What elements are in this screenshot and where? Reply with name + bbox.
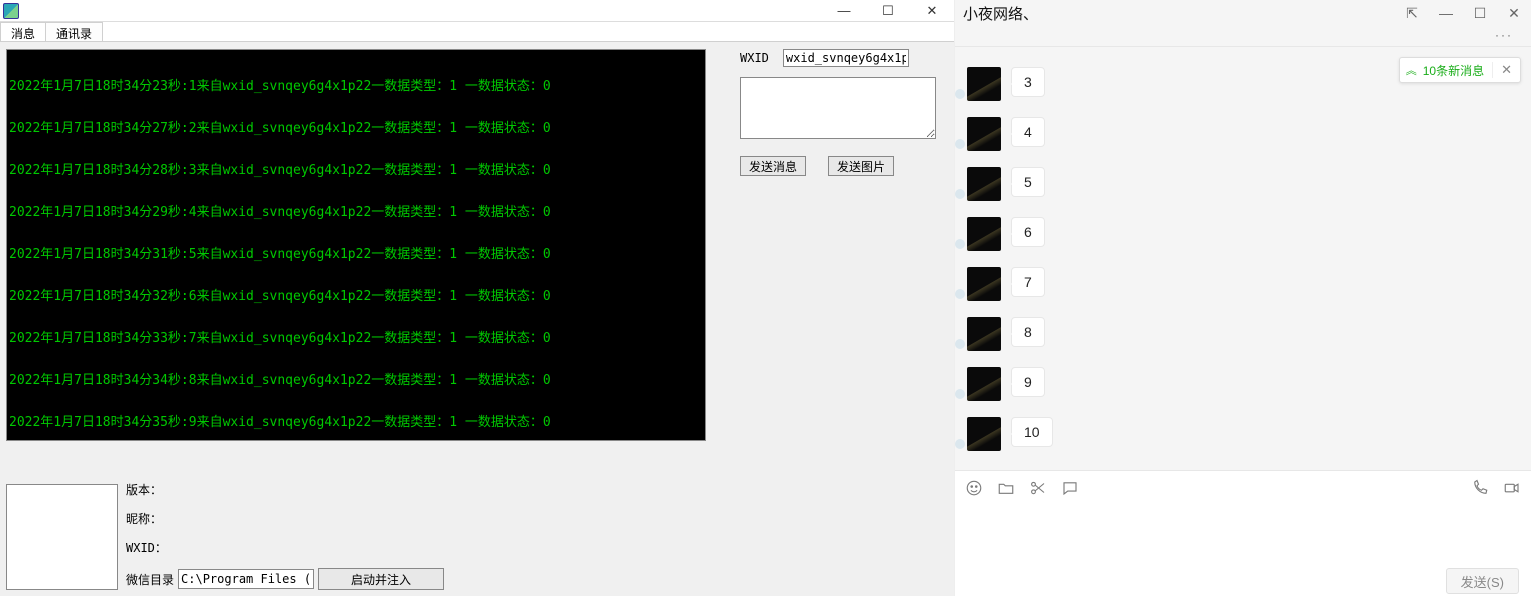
tool-window: — ☐ ✕ 消息 通讯录 2022年1月7日18时34分23秒:1来自wxid_…: [0, 0, 955, 596]
message-bubble[interactable]: 4: [1011, 117, 1045, 147]
message-row: 8: [967, 317, 1519, 351]
chat-titlebar: 小夜网络、 ⇱ — ☐ ✕: [955, 0, 1531, 26]
phone-icon[interactable]: [1471, 479, 1489, 497]
launch-inject-button[interactable]: 启动并注入: [318, 568, 444, 590]
chat-body: ︽ 10条新消息 ✕ 3 4 5 6 7 8 9 10: [955, 46, 1531, 470]
avatar[interactable]: [967, 167, 1001, 201]
more-menu-button[interactable]: ···: [1485, 28, 1523, 42]
message-bubble[interactable]: 8: [1011, 317, 1045, 347]
message-bubble[interactable]: 9: [1011, 367, 1045, 397]
log-console[interactable]: 2022年1月7日18时34分23秒:1来自wxid_svnqey6g4x1p2…: [6, 49, 706, 441]
scissors-icon[interactable]: [1029, 479, 1047, 497]
maximize-button[interactable]: ☐: [866, 0, 910, 22]
send-message-button[interactable]: 发送消息: [740, 156, 806, 176]
send-button[interactable]: 发送(S): [1446, 568, 1519, 594]
message-list: 3 4 5 6 7 8 9 10: [955, 47, 1531, 470]
message-row: 4: [967, 117, 1519, 151]
message-bubble[interactable]: 5: [1011, 167, 1045, 197]
message-bubble[interactable]: 6: [1011, 217, 1045, 247]
log-line: 2022年1月7日18时34分23秒:1来自wxid_svnqey6g4x1p2…: [9, 80, 703, 94]
message-row: 9: [967, 367, 1519, 401]
nick-label: 昵称：: [126, 510, 444, 527]
dir-input[interactable]: [178, 569, 314, 589]
message-textarea[interactable]: [740, 77, 936, 139]
message-row: 6: [967, 217, 1519, 251]
video-icon[interactable]: [1503, 479, 1521, 497]
log-line: 2022年1月7日18时34分28秒:3来自wxid_svnqey6g4x1p2…: [9, 164, 703, 178]
send-panel: WXID 发送消息 发送图片: [740, 49, 940, 176]
dir-label: 微信目录: [126, 571, 174, 588]
pin-button[interactable]: ⇱: [1395, 1, 1429, 25]
emoji-icon[interactable]: [965, 479, 983, 497]
avatar[interactable]: [967, 67, 1001, 101]
wxid-label: WXID: [740, 51, 769, 65]
log-line: 2022年1月7日18时34分33秒:7来自wxid_svnqey6g4x1p2…: [9, 332, 703, 346]
minimize-button[interactable]: —: [822, 0, 866, 22]
avatar[interactable]: [967, 217, 1001, 251]
close-button[interactable]: ✕: [1497, 1, 1531, 25]
new-messages-banner[interactable]: ︽ 10条新消息 ✕: [1399, 57, 1521, 83]
log-line: 2022年1月7日18时34分29秒:4来自wxid_svnqey6g4x1p2…: [9, 206, 703, 220]
close-icon[interactable]: ✕: [1492, 62, 1520, 78]
avatar[interactable]: [967, 117, 1001, 151]
folder-icon[interactable]: [997, 479, 1015, 497]
message-row: 5: [967, 167, 1519, 201]
chat-title: 小夜网络、: [963, 3, 1038, 24]
message-bubble[interactable]: 7: [1011, 267, 1045, 297]
chevron-up-icon: ︽: [1400, 62, 1423, 78]
log-line: 2022年1月7日18时34分34秒:8来自wxid_svnqey6g4x1p2…: [9, 374, 703, 388]
notif-text: 10条新消息: [1423, 62, 1492, 79]
avatar[interactable]: [967, 367, 1001, 401]
close-button[interactable]: ✕: [910, 0, 954, 22]
wxid-input[interactable]: [783, 49, 909, 67]
compose-area: 发送(S): [955, 470, 1531, 596]
chat-window: 小夜网络、 ⇱ — ☐ ✕ ··· ︽ 10条新消息 ✕ 3 4 5 6 7: [955, 0, 1531, 596]
account-panel: 版本： 昵称： WXID： 微信目录 启动并注入: [6, 481, 444, 590]
app-icon: [3, 3, 19, 19]
avatar-box: [6, 484, 118, 590]
minimize-button[interactable]: —: [1429, 1, 1463, 25]
avatar[interactable]: [967, 417, 1001, 451]
chat-history-icon[interactable]: [1061, 479, 1079, 497]
log-line: 2022年1月7日18时34分35秒:9来自wxid_svnqey6g4x1p2…: [9, 416, 703, 430]
version-label: 版本：: [126, 481, 444, 498]
tab-messages[interactable]: 消息: [0, 22, 46, 41]
maximize-button[interactable]: ☐: [1463, 1, 1497, 25]
avatar[interactable]: [967, 317, 1001, 351]
message-bubble[interactable]: 10: [1011, 417, 1053, 447]
log-line: 2022年1月7日18时34分32秒:6来自wxid_svnqey6g4x1p2…: [9, 290, 703, 304]
message-row: 7: [967, 267, 1519, 301]
message-bubble[interactable]: 3: [1011, 67, 1045, 97]
avatar[interactable]: [967, 267, 1001, 301]
titlebar: — ☐ ✕: [0, 0, 954, 22]
tab-bar: 消息 通讯录: [0, 22, 954, 42]
send-image-button[interactable]: 发送图片: [828, 156, 894, 176]
compose-toolbar: [955, 471, 1531, 505]
main-area: 2022年1月7日18时34分23秒:1来自wxid_svnqey6g4x1p2…: [0, 42, 954, 596]
tab-contacts[interactable]: 通讯录: [45, 22, 103, 41]
compose-input[interactable]: [955, 505, 1531, 568]
log-line: 2022年1月7日18时34分27秒:2来自wxid_svnqey6g4x1p2…: [9, 122, 703, 136]
wxid-info-label: WXID：: [126, 539, 444, 556]
message-row: 10: [967, 417, 1519, 451]
log-line: 2022年1月7日18时34分31秒:5来自wxid_svnqey6g4x1p2…: [9, 248, 703, 262]
